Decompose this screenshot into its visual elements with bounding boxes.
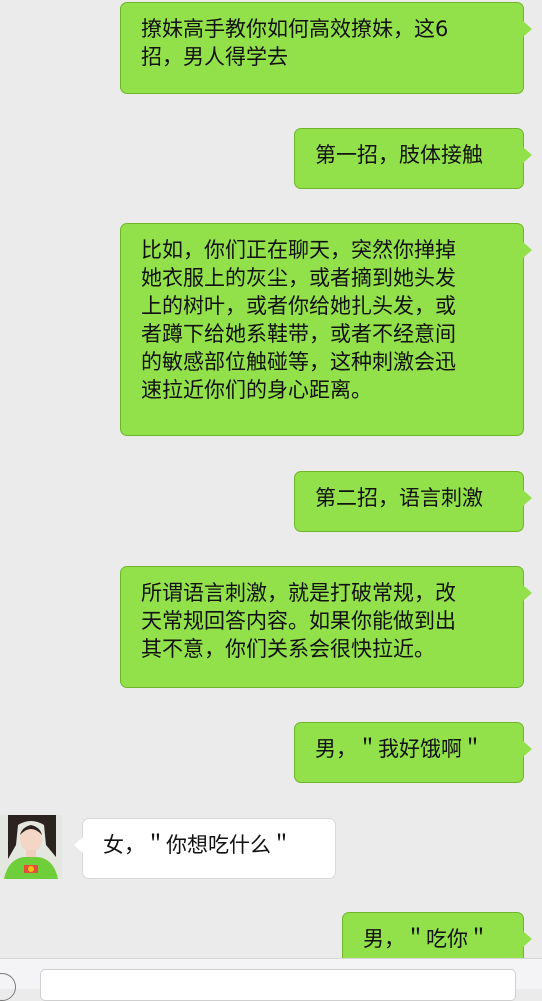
outgoing-message[interactable]: 第一招，肢体接触 <box>294 128 532 189</box>
incoming-message[interactable]: 女，＂你想吃什么＂ <box>74 818 336 879</box>
input-bar <box>0 958 542 1001</box>
outgoing-message[interactable]: 比如，你们正在聊天，突然你掸掉 她衣服上的灰尘，或者摘到她头发 上的树叶，或者你… <box>120 223 532 436</box>
outgoing-message[interactable]: 第二招，语言刺激 <box>294 471 532 532</box>
outgoing-message[interactable]: 男，＂我好饿啊＂ <box>294 722 532 783</box>
voice-input-icon[interactable] <box>0 973 16 1001</box>
avatar-image <box>0 815 62 879</box>
contact-avatar[interactable] <box>0 815 62 879</box>
outgoing-message[interactable]: 男，＂吃你＂ <box>342 912 532 958</box>
message-input[interactable] <box>40 969 516 1001</box>
outgoing-message[interactable]: 撩妹高手教你如何高效撩妹，这6 招，男人得学去 <box>120 2 532 94</box>
outgoing-message[interactable]: 所谓语言刺激，就是打破常规，改 天常规回答内容。如果你能做到出 其不意，你们关系… <box>120 566 532 688</box>
chat-area[interactable]: 撩妹高手教你如何高效撩妹，这6 招，男人得学去 第一招，肢体接触 比如，你们正在… <box>0 0 542 958</box>
